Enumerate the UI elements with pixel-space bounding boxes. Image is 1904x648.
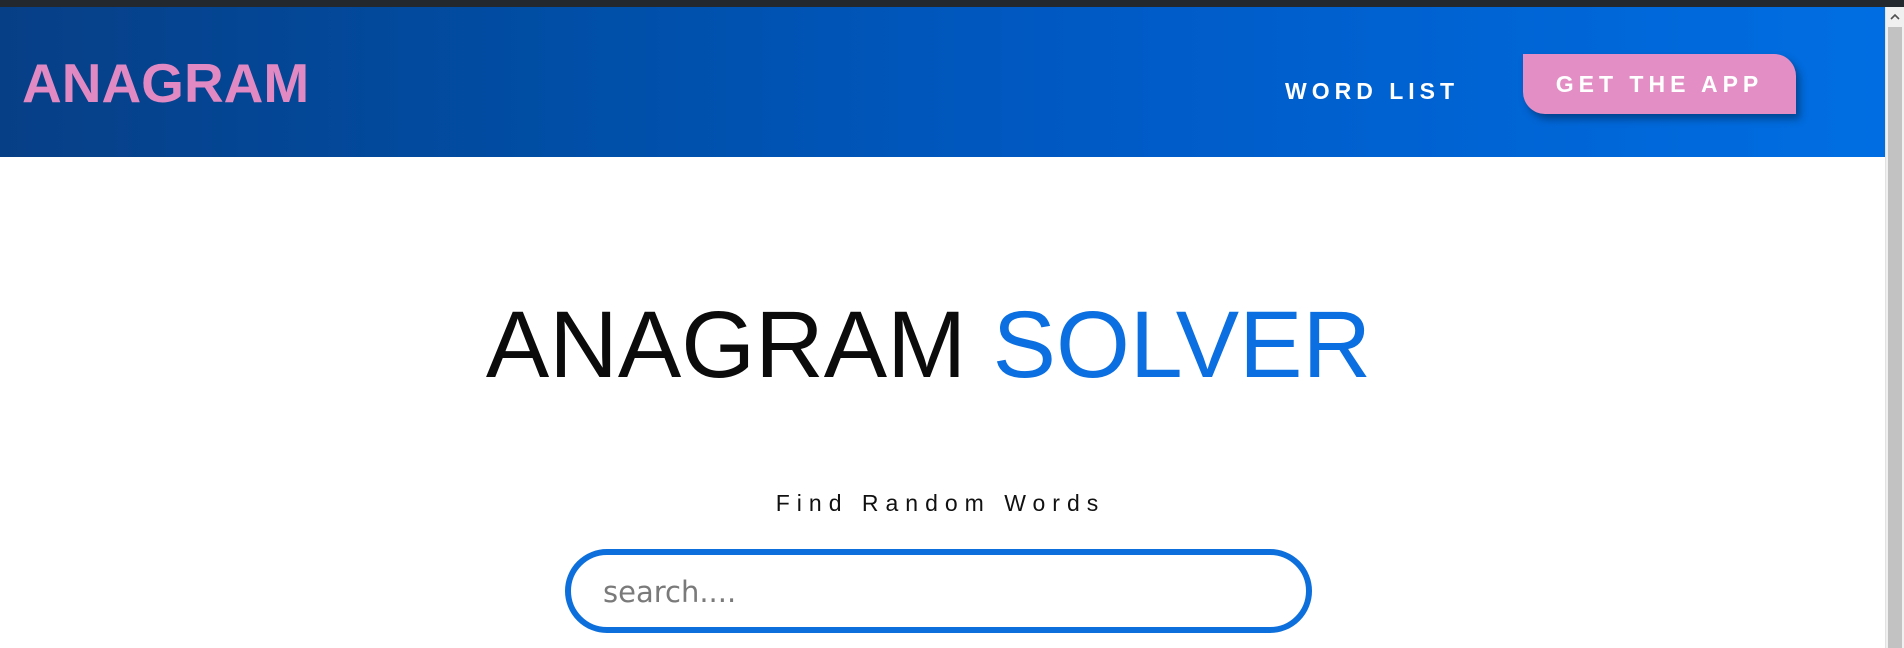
page-title-word-2: SOLVER — [992, 292, 1372, 398]
browser-top-strip — [0, 0, 1904, 7]
nav-word-list-link[interactable]: WORD LIST — [1285, 71, 1459, 111]
page-title: ANAGRAM SOLVER — [0, 290, 1871, 400]
search-input[interactable] — [601, 555, 1285, 629]
get-the-app-button[interactable]: GET THE APP — [1523, 54, 1796, 114]
page-subtitle: Find Random Words — [775, 490, 1106, 516]
vertical-scrollbar[interactable] — [1885, 7, 1904, 648]
brand-logo[interactable]: ANAGRAM — [22, 51, 309, 115]
page: ANAGRAM WORD LIST GET THE APP ANAGRAM SO… — [0, 7, 1885, 648]
chevron-up-icon[interactable] — [1886, 7, 1904, 25]
page-title-word-1: ANAGRAM — [485, 292, 967, 398]
search-box — [565, 549, 1312, 633]
scrollbar-thumb[interactable] — [1888, 27, 1902, 648]
site-header: ANAGRAM WORD LIST GET THE APP — [0, 7, 1885, 157]
